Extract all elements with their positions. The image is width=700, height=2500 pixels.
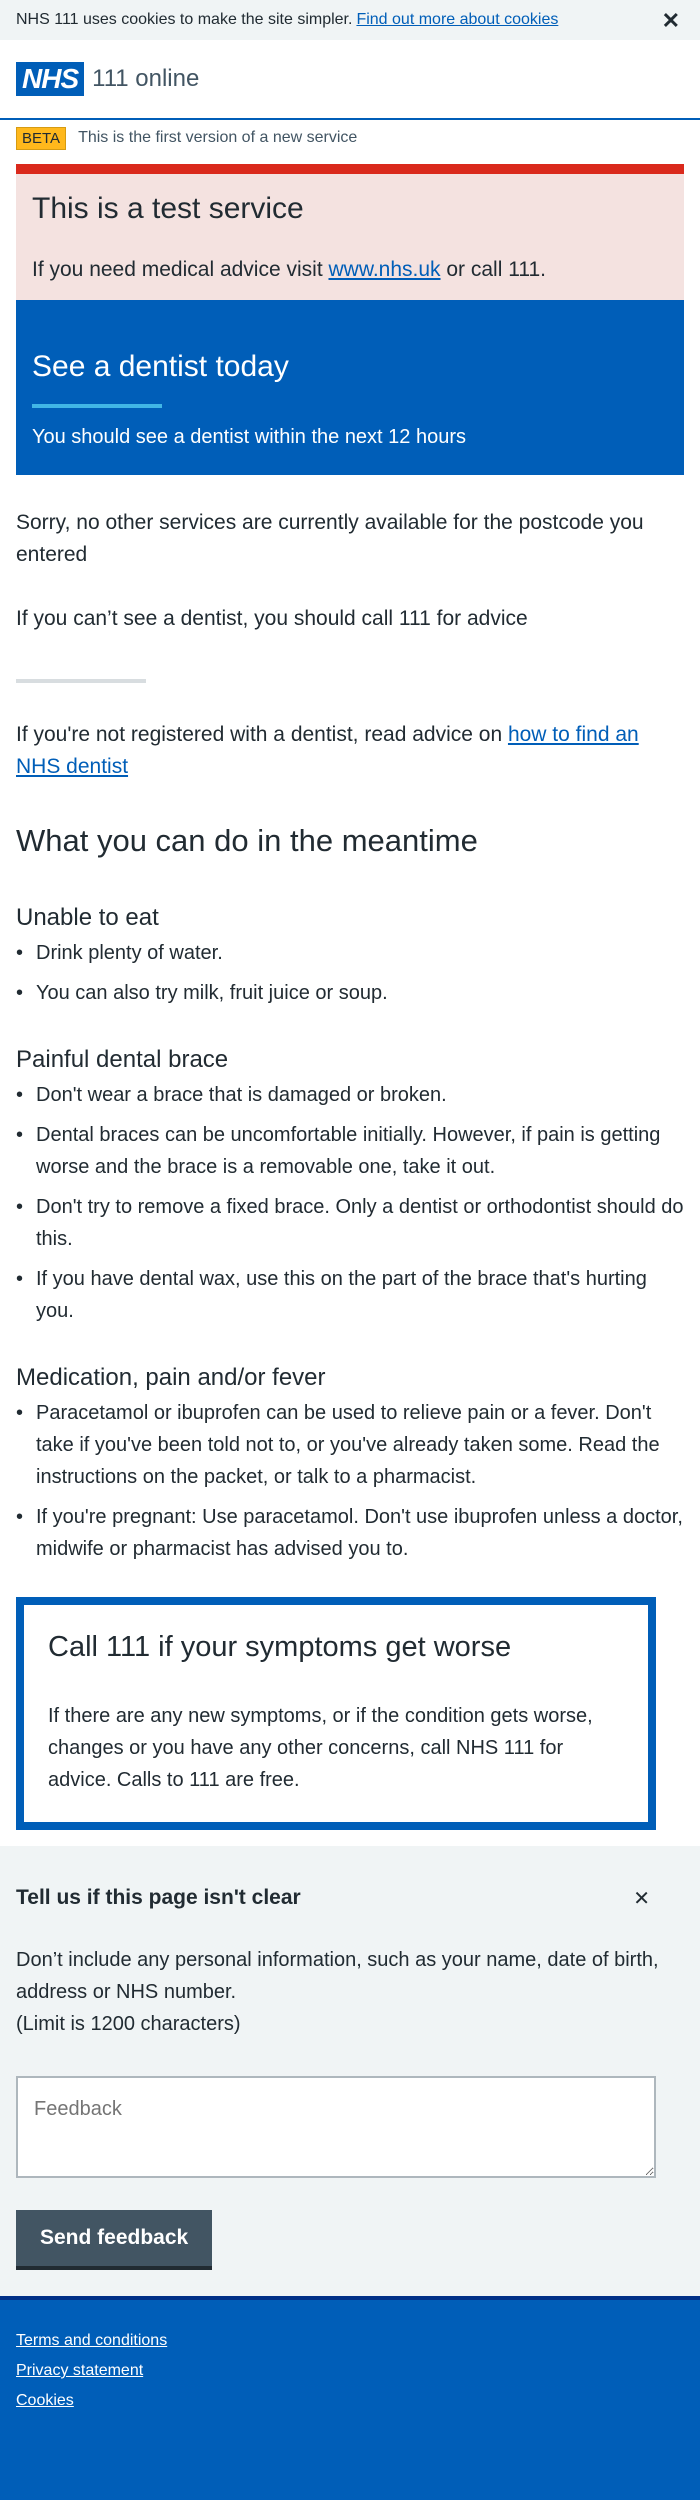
list-item: You can also try milk, fruit juice or so… [16,977,684,1009]
not-registered-text: If you're not registered with a dentist,… [16,719,684,783]
feedback-panel: Tell us if this page isn't clear ✕ Don’t… [0,1846,700,2296]
meantime-heading: What you can do in the meantime [16,823,478,858]
footer-link-cookies[interactable]: Cookies [16,2392,684,2410]
result-divider [32,404,162,408]
service-name[interactable]: 111 online [92,65,199,93]
advice-heading-dental-brace: Painful dental brace [16,1046,229,1073]
advice-list-medication: Paracetamol or ibuprofen can be used to … [16,1397,684,1565]
no-services-text: Sorry, no other services are currently a… [16,511,644,566]
list-item: If you have dental wax, use this on the … [16,1263,684,1327]
test-service-text: If you need medical advice visit www.nhs… [32,258,668,282]
beta-banner: BETA This is the first version of a new … [0,120,700,156]
nhs-logo[interactable]: NHS [16,62,85,96]
list-item: If you're pregnant: Use paracetamol. Don… [16,1501,684,1565]
close-icon[interactable]: ✕ [662,8,680,34]
list-item: Dental braces can be uncomfortable initi… [16,1119,684,1183]
not-registered-before: If you're not registered with a dentist,… [16,723,508,746]
feedback-input[interactable] [16,2076,656,2178]
list-item: Drink plenty of water. [16,937,684,969]
cookie-banner: NHS 111 uses cookies to make the site si… [0,0,700,40]
beta-tag: BETA [16,126,67,150]
list-item: Don't wear a brace that is damaged or br… [16,1079,684,1111]
test-text-before: If you need medical advice visit [32,258,329,281]
list-item: Paracetamol or ibuprofen can be used to … [16,1397,684,1493]
care-card: Call 111 if your symptoms get worse If t… [16,1597,656,1830]
section-divider [16,679,146,683]
advice-list-unable-to-eat: Drink plenty of water. You can also try … [16,937,684,1009]
cookie-text: NHS 111 uses cookies to make the site si… [16,11,353,28]
call-111-advice: If you can’t see a dentist, you should c… [16,607,528,630]
footer-link-terms[interactable]: Terms and conditions [16,2332,684,2350]
advice-heading-medication: Medication, pain and/or fever [16,1364,326,1391]
send-feedback-button[interactable]: Send feedback [16,2210,213,2266]
advice-heading-unable-to-eat: Unable to eat [16,904,159,931]
feedback-hint-text: Don’t include any personal information, … [16,1949,659,2003]
test-service-title: This is a test service [32,192,304,225]
site-header: NHS 111 online [0,40,700,120]
result-text: You should see a dentist within the next… [32,426,467,448]
care-card-title: Call 111 if your symptoms get worse [48,1631,512,1663]
feedback-hint: Don’t include any personal information, … [16,1944,684,2040]
site-footer: Terms and conditions Privacy statement C… [0,2296,700,2500]
test-service-banner: This is a test service If you need medic… [16,164,684,300]
feedback-limit: (Limit is 1200 characters) [16,2013,241,2035]
feedback-title: Tell us if this page isn't clear [16,1886,301,1909]
list-item: Don't try to remove a fixed brace. Only … [16,1191,684,1255]
test-text-after: or call 111. [440,258,546,281]
result-title: See a dentist today [32,350,289,383]
beta-text: This is the first version of a new servi… [78,129,358,146]
advice-list-dental-brace: Don't wear a brace that is damaged or br… [16,1079,684,1327]
care-card-text: If there are any new symptoms, or if the… [48,1705,593,1791]
result-banner: See a dentist today You should see a den… [16,300,684,475]
footer-link-privacy[interactable]: Privacy statement [16,2362,684,2380]
main-content: Sorry, no other services are currently a… [0,507,700,1830]
close-icon[interactable]: ✕ [633,1886,650,1911]
nhs-website-link[interactable]: www.nhs.uk [328,258,440,281]
cookie-info-link[interactable]: Find out more about cookies [356,11,558,29]
